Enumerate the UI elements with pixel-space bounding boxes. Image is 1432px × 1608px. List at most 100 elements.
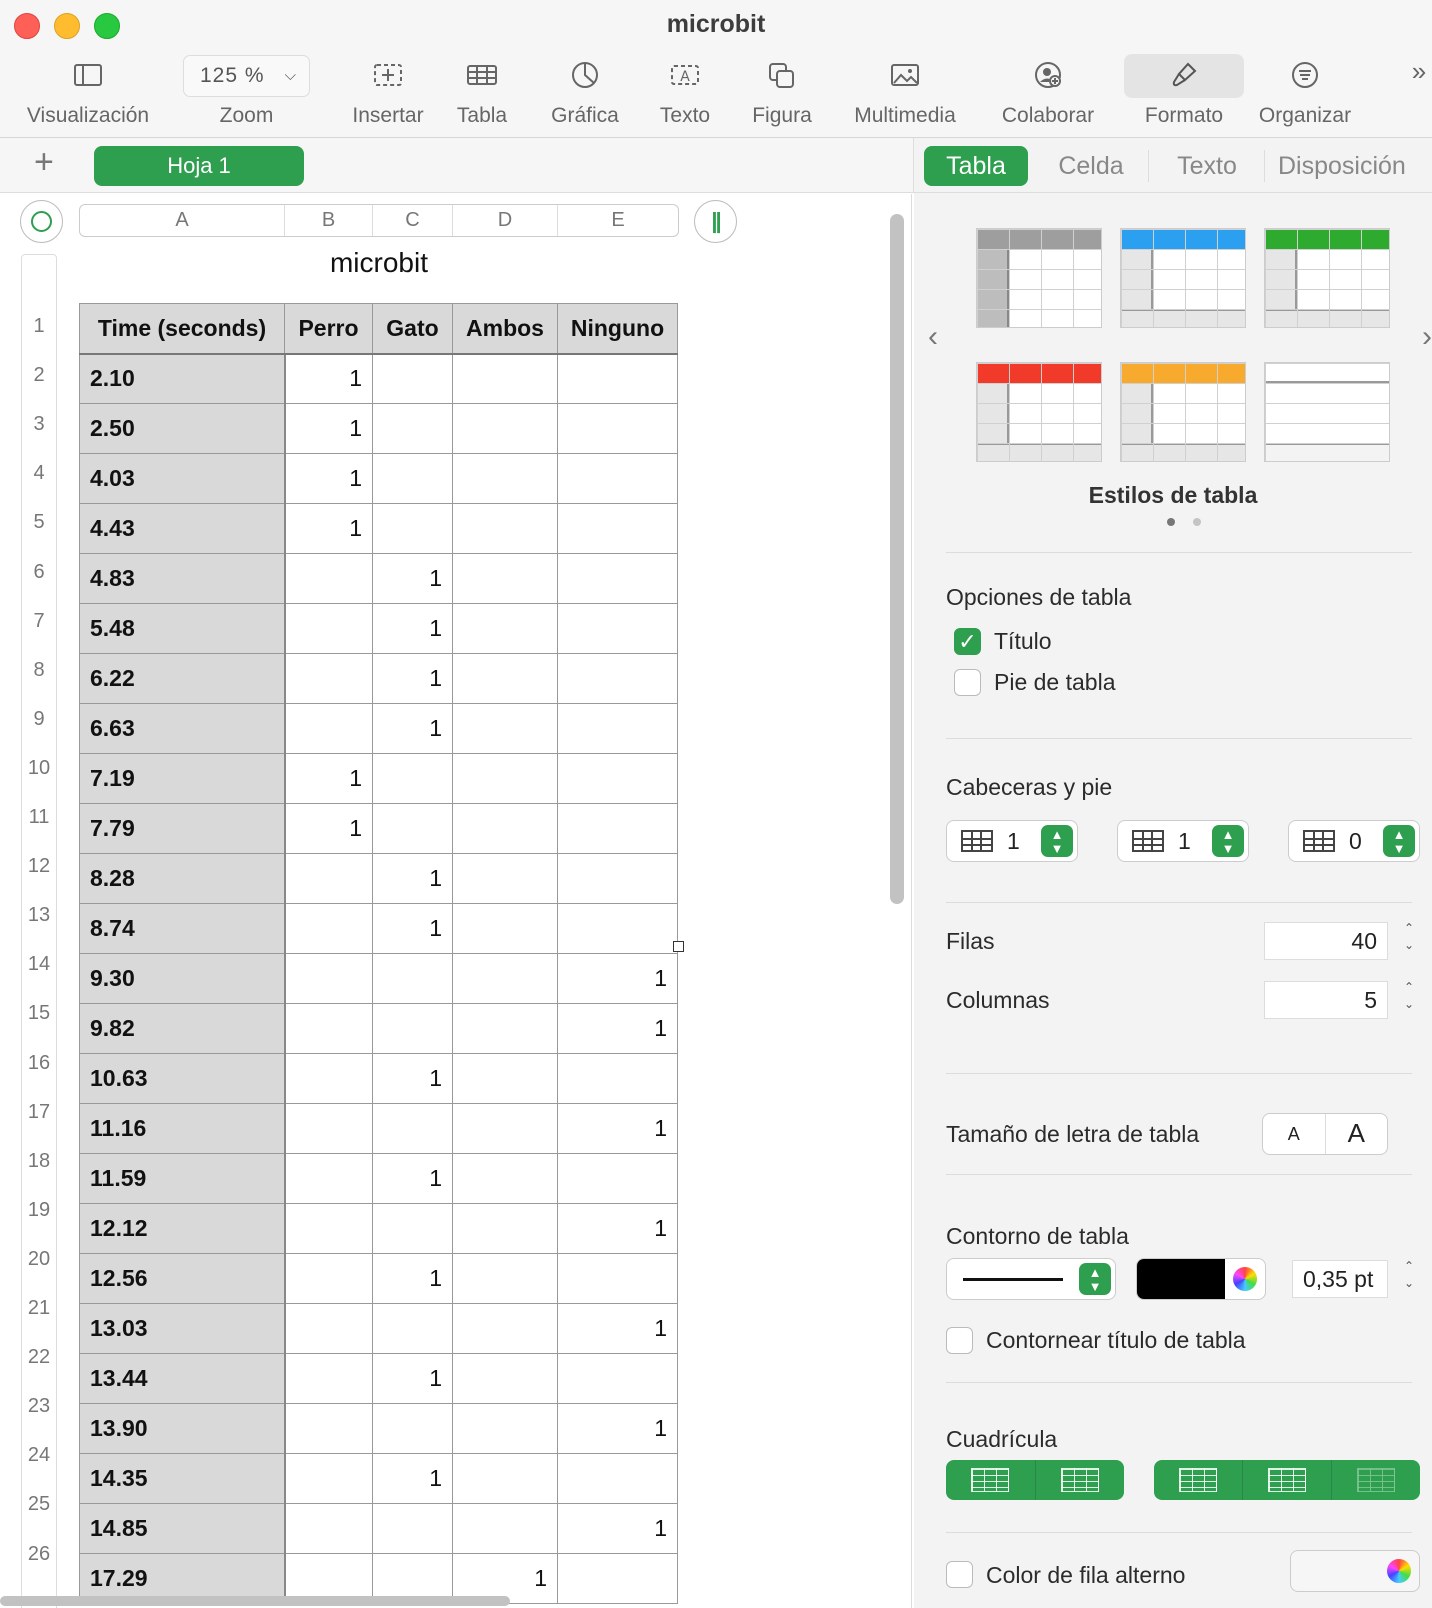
cell-ninguno[interactable] bbox=[557, 903, 678, 954]
cell-ambos[interactable] bbox=[452, 1453, 558, 1504]
cell-time[interactable]: 9.82 bbox=[79, 1003, 286, 1054]
rows-input[interactable]: 40 bbox=[1264, 922, 1388, 960]
cell-ninguno[interactable]: 1 bbox=[557, 1003, 678, 1054]
cell-time[interactable]: 7.19 bbox=[79, 753, 286, 804]
cell-ambos[interactable] bbox=[452, 503, 558, 554]
alternating-row-color-well[interactable] bbox=[1290, 1550, 1420, 1592]
media-button[interactable]: Multimedia bbox=[845, 52, 965, 134]
cell-time[interactable]: 14.85 bbox=[79, 1503, 286, 1554]
column-header-e[interactable]: E bbox=[558, 205, 678, 236]
color-wheel-icon[interactable] bbox=[1233, 1267, 1257, 1291]
outline-color-well[interactable] bbox=[1136, 1258, 1266, 1300]
cell-ninguno[interactable] bbox=[557, 453, 678, 504]
cell-ambos[interactable] bbox=[452, 1153, 558, 1204]
row-header-9[interactable]: 9 bbox=[22, 708, 56, 731]
cell-time[interactable]: 6.63 bbox=[79, 703, 286, 754]
cell-ambos[interactable] bbox=[452, 1103, 558, 1154]
cell-ninguno[interactable]: 1 bbox=[557, 953, 678, 1004]
cell-ninguno[interactable] bbox=[557, 703, 678, 754]
header-cell-perro[interactable]: Perro bbox=[284, 303, 373, 355]
cell-perro[interactable]: 1 bbox=[284, 753, 373, 804]
horizontal-gridlines-button[interactable] bbox=[946, 1460, 1036, 1500]
cell-ninguno[interactable]: 1 bbox=[557, 1103, 678, 1154]
cell-ninguno[interactable] bbox=[557, 1153, 678, 1204]
cell-gato[interactable] bbox=[372, 953, 453, 1004]
cell-ninguno[interactable] bbox=[557, 1553, 678, 1604]
cell-ninguno[interactable]: 1 bbox=[557, 1303, 678, 1354]
row-header-6[interactable]: 6 bbox=[22, 561, 56, 584]
cell-perro[interactable] bbox=[284, 1453, 373, 1504]
cell-perro[interactable]: 1 bbox=[284, 503, 373, 554]
cell-gato[interactable]: 1 bbox=[372, 853, 453, 904]
cell-ambos[interactable] bbox=[452, 1403, 558, 1454]
outline-style-select[interactable]: ▲ ▼ bbox=[946, 1258, 1116, 1300]
row-header-20[interactable]: 20 bbox=[22, 1248, 56, 1271]
cell-time[interactable]: 4.83 bbox=[79, 553, 286, 604]
stepper-arrows-icon[interactable]: ▲ ▼ bbox=[1212, 825, 1244, 857]
header-cell-time[interactable]: Time (seconds) bbox=[79, 303, 285, 355]
cell-perro[interactable] bbox=[284, 1403, 373, 1454]
header-columns-stepper[interactable]: 1 ▲ ▼ bbox=[1117, 820, 1249, 862]
table-style-blue[interactable] bbox=[1120, 228, 1246, 328]
sheet-tab-hoja-1[interactable]: Hoja 1 bbox=[94, 146, 304, 186]
cell-gato[interactable] bbox=[372, 1203, 453, 1254]
cell-ninguno[interactable] bbox=[557, 503, 678, 554]
cell-gato[interactable] bbox=[372, 753, 453, 804]
cell-ambos[interactable] bbox=[452, 403, 558, 454]
cell-gato[interactable]: 1 bbox=[372, 553, 453, 604]
cell-perro[interactable]: 1 bbox=[284, 403, 373, 454]
rows-stepper-icon[interactable]: ⌃ ⌄ bbox=[1398, 920, 1420, 954]
header-cell-ninguno[interactable]: Ninguno bbox=[557, 303, 678, 355]
cell-ninguno[interactable] bbox=[557, 853, 678, 904]
row-header-23[interactable]: 23 bbox=[22, 1395, 56, 1418]
cell-time[interactable]: 8.28 bbox=[79, 853, 286, 904]
cell-ambos[interactable] bbox=[452, 1253, 558, 1304]
header-cell-ambos[interactable]: Ambos bbox=[452, 303, 558, 355]
cell-ninguno[interactable]: 1 bbox=[557, 1503, 678, 1554]
cell-gato[interactable] bbox=[372, 503, 453, 554]
cell-gato[interactable] bbox=[372, 1103, 453, 1154]
cell-perro[interactable] bbox=[284, 1303, 373, 1354]
row-header-24[interactable]: 24 bbox=[22, 1444, 56, 1467]
header-cell-gato[interactable]: Gato bbox=[372, 303, 453, 355]
cell-time[interactable]: 11.16 bbox=[79, 1103, 286, 1154]
cell-time[interactable]: 14.35 bbox=[79, 1453, 286, 1504]
cell-gato[interactable] bbox=[372, 1403, 453, 1454]
row-header-5[interactable]: 5 bbox=[22, 511, 56, 534]
tab-celda[interactable]: Celda bbox=[1038, 146, 1144, 186]
cell-time[interactable]: 8.74 bbox=[79, 903, 286, 954]
table-resize-handle[interactable] bbox=[673, 941, 684, 952]
column-header-b[interactable]: B bbox=[285, 205, 373, 236]
table-title[interactable]: microbit bbox=[79, 247, 679, 279]
select-table-button[interactable] bbox=[20, 200, 63, 243]
cell-time[interactable]: 9.30 bbox=[79, 953, 286, 1004]
cell-perro[interactable]: 1 bbox=[284, 353, 373, 404]
cell-perro[interactable] bbox=[284, 1103, 373, 1154]
cell-gato[interactable]: 1 bbox=[372, 1053, 453, 1104]
row-header-4[interactable]: 4 bbox=[22, 462, 56, 485]
cell-time[interactable]: 13.90 bbox=[79, 1403, 286, 1454]
row-header-10[interactable]: 10 bbox=[22, 757, 56, 780]
cell-ambos[interactable] bbox=[452, 803, 558, 854]
column-header-d[interactable]: D bbox=[453, 205, 558, 236]
cell-time[interactable]: 13.03 bbox=[79, 1303, 286, 1354]
cell-ninguno[interactable]: 1 bbox=[557, 1403, 678, 1454]
text-button[interactable]: A Texto bbox=[645, 52, 725, 134]
row-header-26[interactable]: 26 bbox=[22, 1543, 56, 1566]
cell-ninguno[interactable] bbox=[557, 653, 678, 704]
row-header-17[interactable]: 17 bbox=[22, 1101, 56, 1124]
table-style-green[interactable] bbox=[1264, 228, 1390, 328]
cell-ninguno[interactable] bbox=[557, 1453, 678, 1504]
cell-gato[interactable]: 1 bbox=[372, 1353, 453, 1404]
table-style-gray[interactable] bbox=[976, 228, 1102, 328]
cell-time[interactable]: 12.12 bbox=[79, 1203, 286, 1254]
cell-time[interactable]: 13.44 bbox=[79, 1353, 286, 1404]
header-rows-stepper[interactable]: 1 ▲ ▼ bbox=[946, 820, 1078, 862]
table-style-plain[interactable] bbox=[1264, 362, 1390, 462]
cell-time[interactable]: 4.03 bbox=[79, 453, 286, 504]
cell-gato[interactable] bbox=[372, 403, 453, 454]
cell-ambos[interactable] bbox=[452, 1203, 558, 1254]
cell-time[interactable]: 12.56 bbox=[79, 1253, 286, 1304]
cell-ambos[interactable] bbox=[452, 953, 558, 1004]
cell-time[interactable]: 10.63 bbox=[79, 1053, 286, 1104]
